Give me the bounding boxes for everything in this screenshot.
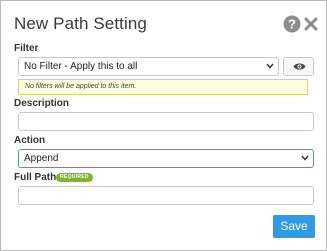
full-path-input[interactable] [18, 186, 314, 205]
required-badge: REQUIRED [56, 173, 93, 182]
filter-label: Filter [14, 43, 39, 54]
new-path-setting-dialog: New Path Setting ? Filter No Filter - Ap… [0, 0, 327, 251]
action-select[interactable]: Append [18, 149, 314, 168]
description-input[interactable] [18, 112, 314, 131]
chevron-down-icon [266, 63, 274, 69]
chevron-down-icon [301, 155, 309, 161]
filter-select[interactable]: No Filter - Apply this to all [18, 57, 279, 76]
action-label: Action [14, 135, 46, 146]
full-path-label: Full Path [14, 172, 57, 183]
save-button[interactable]: Save [273, 215, 315, 238]
help-icon[interactable]: ? [283, 15, 301, 33]
eye-icon [293, 63, 306, 70]
filter-select-value: No Filter - Apply this to all [24, 61, 138, 72]
description-label: Description [14, 98, 70, 109]
preview-filter-button[interactable] [283, 57, 314, 76]
action-select-value: Append [24, 153, 59, 164]
filter-note: No filters will be applied to this item. [18, 79, 308, 95]
svg-text:?: ? [288, 17, 296, 32]
close-icon[interactable] [303, 16, 319, 32]
dialog-title: New Path Setting [14, 14, 147, 33]
